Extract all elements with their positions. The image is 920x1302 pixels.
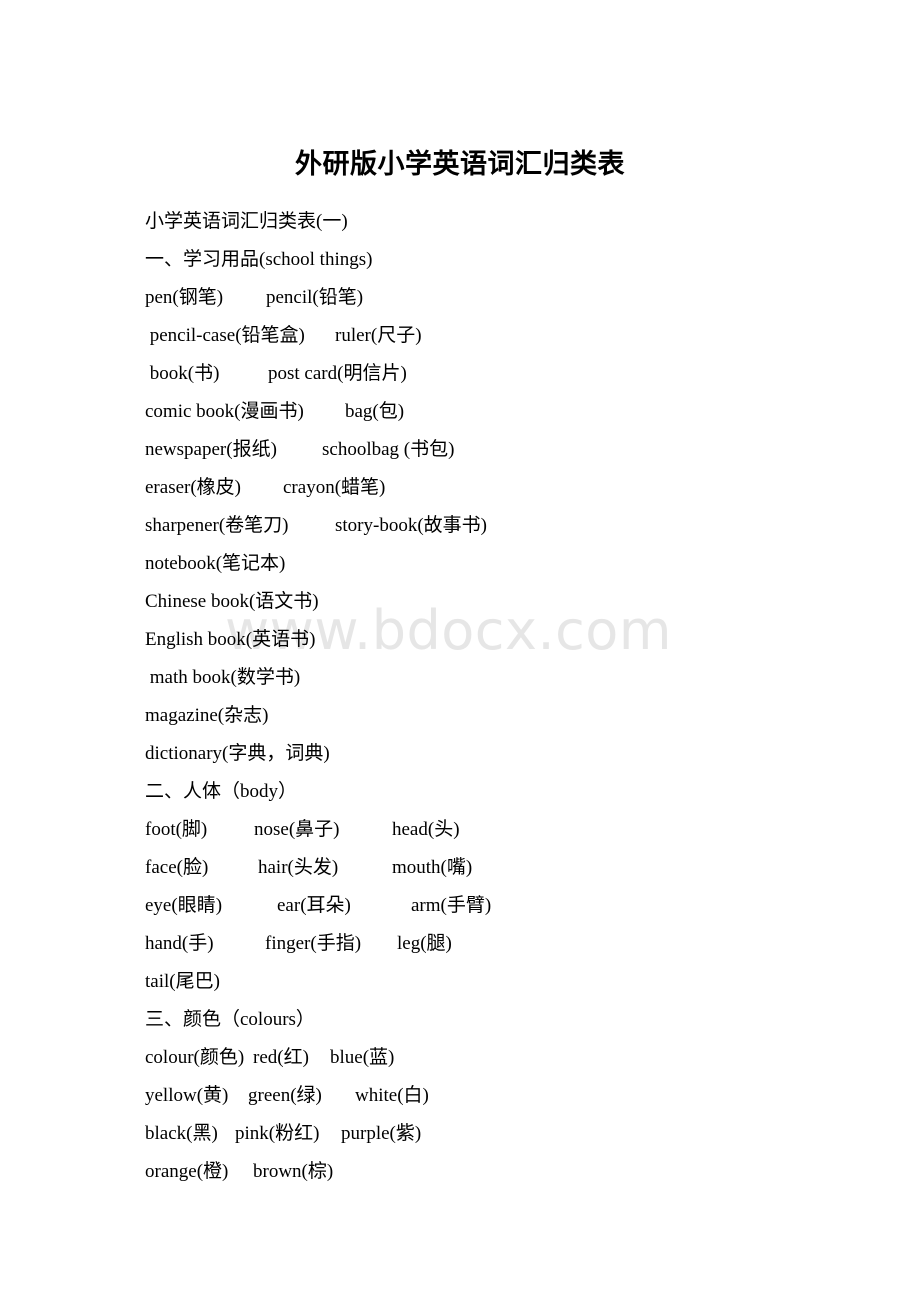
vocab-entry: blue(蓝) (330, 1047, 395, 1068)
vocab-row: book(书) post card(明信片) (0, 355, 920, 393)
vocab-entry: hair(头发) (258, 857, 339, 878)
vocab-row: magazine(杂志) (0, 697, 920, 735)
vocab-entry: English book(英语书) (145, 629, 316, 650)
vocab-entry: pink(粉红) (235, 1123, 320, 1144)
vocab-entry: story-book(故事书) (335, 515, 487, 536)
vocab-row: pen(钢笔) pencil(铅笔) (0, 279, 920, 317)
vocab-entry: schoolbag (书包) (322, 439, 455, 460)
vocab-entry: green(绿) (248, 1085, 322, 1106)
vocab-entry: brown(棕) (253, 1161, 334, 1182)
vocab-entry: finger(手指) (265, 933, 362, 954)
vocab-entry: white(白) (355, 1085, 429, 1106)
vocab-entry: ruler(尺子) (335, 325, 422, 346)
section-heading: 二、人体（body） (145, 781, 298, 802)
vocab-entry: colour(颜色) (145, 1047, 245, 1068)
vocab-entry: eye(眼睛) (145, 895, 223, 916)
vocab-entry: head(头) (392, 819, 460, 840)
vocab-row: eye(眼睛) ear(耳朵) arm(手臂) (0, 887, 920, 925)
vocab-row: colour(颜色) red(红) blue(蓝) (0, 1039, 920, 1077)
vocab-entry: pencil-case(铅笔盒) (145, 325, 305, 346)
vocab-entry: book(书) (145, 363, 220, 384)
vocab-row: notebook(笔记本) (0, 545, 920, 583)
vocab-entry: math book(数学书) (145, 667, 301, 688)
vocab-entry: dictionary(字典，词典) (145, 743, 330, 764)
vocab-row: Chinese book(语文书) (0, 583, 920, 621)
vocab-entry: face(脸) (145, 857, 209, 878)
vocab-entry: Chinese book(语文书) (145, 591, 319, 612)
vocab-entry: post card(明信片) (268, 363, 407, 384)
section-heading: 一、学习用品(school things) (145, 249, 373, 270)
vocab-entry: crayon(蜡笔) (283, 477, 386, 498)
vocab-entry: sharpener(卷笔刀) (145, 515, 289, 536)
vocab-row: English book(英语书) (0, 621, 920, 659)
vocab-row: pencil-case(铅笔盒) ruler(尺子) (0, 317, 920, 355)
vocab-entry: mouth(嘴) (392, 857, 473, 878)
vocab-row: newspaper(报纸) schoolbag (书包) (0, 431, 920, 469)
vocab-entry: arm(手臂) (411, 895, 492, 916)
document-subtitle: 小学英语词汇归类表(一) (145, 211, 348, 232)
vocab-entry: purple(紫) (341, 1123, 422, 1144)
vocab-row: tail(尾巴) (0, 963, 920, 1001)
document-page: www.bdocx.com 外研版小学英语词汇归类表 小学英语词汇归类表(一) … (0, 0, 920, 1302)
vocab-entry: comic book(漫画书) (145, 401, 304, 422)
vocab-entry: black(黑) (145, 1123, 218, 1144)
vocab-row: sharpener(卷笔刀) story-book(故事书) (0, 507, 920, 545)
vocab-entry: pen(钢笔) (145, 287, 224, 308)
sections-container: 一、学习用品(school things) pen(钢笔) pencil(铅笔) p… (0, 241, 920, 1191)
document-content: 外研版小学英语词汇归类表 小学英语词汇归类表(一) 一、学习用品(school … (0, 0, 920, 1191)
vocab-entry: notebook(笔记本) (145, 553, 286, 574)
vocab-row: foot(脚) nose(鼻子) head(头) (0, 811, 920, 849)
vocab-row: comic book(漫画书) bag(包) (0, 393, 920, 431)
vocab-entry: bag(包) (345, 401, 405, 422)
vocab-entry: foot(脚) (145, 819, 208, 840)
vocab-entry: red(红) (253, 1047, 309, 1068)
vocab-entry: leg(腿) (397, 933, 452, 954)
vocab-row: math book(数学书) (0, 659, 920, 697)
vocab-entry: pencil(铅笔) (266, 287, 364, 308)
vocab-entry: nose(鼻子) (254, 819, 340, 840)
vocab-entry: magazine(杂志) (145, 705, 269, 726)
vocab-entry: tail(尾巴) (145, 971, 220, 992)
vocab-row: eraser(橡皮) crayon(蜡笔) (0, 469, 920, 507)
vocab-row: face(脸) hair(头发) mouth(嘴) (0, 849, 920, 887)
vocab-entry: yellow(黄) (145, 1085, 229, 1106)
vocab-row: hand(手) finger(手指) leg(腿) (0, 925, 920, 963)
vocab-entry: eraser(橡皮) (145, 477, 242, 498)
vocab-row: dictionary(字典，词典) (0, 735, 920, 773)
vocab-row: orange(橙) brown(棕) (0, 1153, 920, 1191)
section-heading: 三、颜色（colours） (145, 1009, 315, 1030)
vocab-row: yellow(黄) green(绿) white(白) (0, 1077, 920, 1115)
vocab-entry: orange(橙) (145, 1161, 229, 1182)
page-title: 外研版小学英语词汇归类表 (295, 149, 625, 180)
vocab-entry: ear(耳朵) (277, 895, 351, 916)
vocab-entry: newspaper(报纸) (145, 439, 277, 460)
vocab-row: black(黑) pink(粉红) purple(紫) (0, 1115, 920, 1153)
vocab-entry: hand(手) (145, 933, 214, 954)
